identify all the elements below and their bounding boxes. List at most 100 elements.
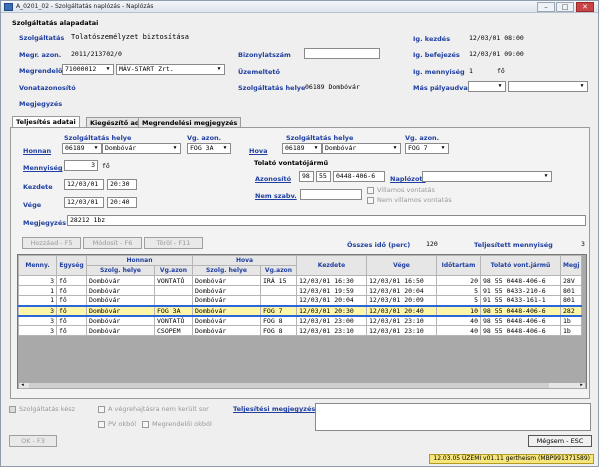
cell-egyseg: fő	[56, 304, 87, 317]
vegrehajtasra-checkbox[interactable]	[98, 406, 105, 413]
col-menny[interactable]: Menny.	[18, 255, 57, 276]
nem-szabv-label: Nem szabv.	[255, 192, 297, 200]
vege-time-input[interactable]: 20:40	[107, 197, 137, 208]
megrendeloi-checkbox[interactable]	[142, 421, 149, 428]
cell-v-place: Dombóvár	[192, 275, 261, 286]
azonosito-b-input[interactable]: 55	[316, 171, 331, 182]
pv-oktol-checkbox[interactable]	[98, 421, 105, 428]
table-row[interactable]: 3 fő Dombóvár VONTATÓ Dombóvár FOG 8 12/03/01 …	[18, 315, 583, 326]
mas-palyaudvar-dropdown[interactable]: ▼	[468, 81, 506, 92]
hova-szolg-helye-header: Szolgáltatás helye	[286, 134, 354, 142]
scroll-thumb[interactable]	[29, 383, 549, 388]
bizonylatszam-input[interactable]	[304, 48, 380, 59]
scroll-right-icon[interactable]: ▸	[578, 383, 585, 388]
cell-megj: 282	[559, 304, 583, 317]
megrendelo-name: MÁV-START Zrt.	[119, 65, 174, 73]
lg-mennyiseg-label: Ig. mennyiség	[413, 68, 465, 76]
table-row[interactable]: 3 fő Dombóvár VONTATÓ Dombóvár IRÁ 15 12/03/01…	[18, 275, 583, 286]
col-megj[interactable]: Megj	[559, 255, 583, 276]
vege-date-input[interactable]: 12/03/01	[64, 197, 104, 208]
megjegyzes-input[interactable]: 28212 1bz	[67, 215, 586, 226]
honnan-place-dropdown[interactable]: Dombóvár ▼	[102, 143, 181, 154]
megsem-button[interactable]: Mégsem - ESC	[528, 435, 592, 447]
cell-megj: 801	[559, 295, 583, 306]
honnan-vg-dropdown[interactable]: FOG 3A ▼	[187, 143, 231, 154]
col-kezdete[interactable]: Kezdete	[296, 255, 367, 276]
cell-menny: 1	[18, 285, 57, 296]
mennyiseg-unit: fő	[102, 162, 110, 170]
megrendelo-code: 71000012	[65, 65, 97, 73]
cell-vont: 98 55 0448-406-6	[480, 304, 561, 317]
lg-kezdes-value: 12/03/01 08:00	[469, 34, 524, 42]
cell-menny: 3	[18, 315, 57, 326]
hova-vg-azon-header: Vg. azon.	[405, 134, 440, 142]
cell-h-place: Dombóvár	[86, 275, 155, 286]
horizontal-scrollbar[interactable]: ◂ ▸	[18, 382, 586, 389]
megrendelo-code-dropdown[interactable]: 71000012 ▼	[62, 64, 114, 75]
table-row[interactable]: 1 fő Dombóvár Dombóvár 12/03/01 19:59 12/03/0…	[18, 285, 583, 296]
teljesitesi-megj-input[interactable]	[315, 403, 591, 431]
chevron-down-icon: ▼	[94, 145, 98, 151]
torol-button[interactable]: Töröl - F11	[144, 237, 203, 249]
kesz-checkbox[interactable]	[9, 406, 16, 413]
teljesitesi-megj-label: Teljesítési megjegyzés	[233, 405, 316, 413]
table-row[interactable]: 3 fő Dombóvár FOG 3A Dombóvár FOG 7 12/03/01 2…	[18, 304, 583, 317]
mas-palyaudvar-name-dropdown[interactable]: ▼	[508, 81, 588, 92]
ok-button[interactable]: OK - F3	[9, 435, 57, 447]
cell-menny: 3	[18, 304, 57, 317]
minimize-button[interactable]: –	[537, 2, 555, 12]
chevron-down-icon: ▼	[544, 173, 548, 179]
azonosito-c-input[interactable]: 0448-406-6	[333, 171, 385, 182]
col-vege[interactable]: Vége	[366, 255, 437, 276]
kezdete-time-input[interactable]: 20:30	[107, 179, 137, 190]
cell-kezd: 12/03/01 20:04	[296, 295, 367, 306]
mennyiseg-input[interactable]: 3	[64, 160, 98, 171]
cell-vege: 12/03/01 16:50	[366, 275, 437, 286]
maximize-button[interactable]: □	[556, 2, 574, 12]
scroll-left-icon[interactable]: ◂	[19, 383, 26, 388]
lg-befejezes-value: 12/03/01 09:00	[469, 50, 524, 58]
nem-villamos-label: Nem villamos vontatás	[377, 196, 452, 204]
col-honnan-vg[interactable]: Vg.azon	[154, 265, 193, 276]
nem-szabv-input[interactable]	[300, 189, 362, 200]
nem-villamos-checkbox[interactable]	[367, 197, 374, 204]
mennyiseg-label: Mennyiség	[23, 164, 63, 172]
naplozott-dropdown[interactable]: ▼	[422, 171, 552, 182]
hozzaad-button[interactable]: Hozzáad - F5	[22, 237, 81, 249]
cell-kezd: 12/03/01 19:59	[296, 285, 367, 296]
cell-v-vg: FOG 7	[260, 304, 297, 317]
col-hova-szolg[interactable]: Szolg. helye	[192, 265, 261, 276]
villamos-checkbox[interactable]	[367, 187, 374, 194]
villamos-label: Villamos vontatás	[377, 186, 435, 194]
lg-mennyiseg-value: 1	[469, 67, 473, 75]
col-hova-vg[interactable]: Vg.azon	[260, 265, 297, 276]
col-egyseg[interactable]: Egység	[56, 255, 87, 276]
chevron-down-icon: ▼	[393, 145, 397, 151]
kezdete-date-input[interactable]: 12/03/01	[64, 179, 104, 190]
close-button[interactable]: ✕	[576, 2, 594, 12]
cell-egyseg: fő	[56, 285, 87, 296]
azonosito-a-input[interactable]: 98	[299, 171, 314, 182]
honnan-code-dropdown[interactable]: 06189 ▼	[62, 143, 102, 154]
cell-megj: 1b	[559, 315, 583, 326]
uzemelteto-label: Üzemeltető	[238, 68, 280, 76]
col-honnan-szolg[interactable]: Szolg. helye	[86, 265, 155, 276]
col-idotartam[interactable]: Időtartam	[436, 255, 481, 276]
table-row[interactable]: 3 fő Dombóvár CSOPEM Dombóvár FOG 8 12/03/01 2…	[18, 325, 583, 336]
cell-egyseg: fő	[56, 325, 87, 336]
cell-vege: 12/03/01 20:09	[366, 295, 437, 306]
mas-palyaudvar-label: Más pályaudvar	[413, 84, 471, 92]
col-honnan[interactable]: Honnan	[86, 255, 193, 266]
col-tolato[interactable]: Tolató vont.jármű	[480, 255, 561, 276]
cell-v-vg: FOG 8	[260, 315, 297, 326]
window-title: A_0201_02 - Szolgáltatás naplózás - Napl…	[16, 3, 154, 10]
hova-code-dropdown[interactable]: 06189 ▼	[282, 143, 322, 154]
hova-vg-dropdown[interactable]: FOG 7 ▼	[405, 143, 449, 154]
cell-h-vg: CSOPEM	[154, 325, 193, 336]
modosit-button[interactable]: Módosít - F6	[83, 237, 142, 249]
col-hova[interactable]: Hova	[192, 255, 297, 266]
hova-place-dropdown[interactable]: Dombóvár ▼	[322, 143, 401, 154]
table-row[interactable]: 1 fő Dombóvár Dombóvár 12/03/01 20:04 12/03/0…	[18, 295, 583, 306]
cell-h-vg: VONTATÓ	[154, 315, 193, 326]
megrendelo-name-dropdown[interactable]: MÁV-START Zrt. ▼	[116, 64, 225, 75]
